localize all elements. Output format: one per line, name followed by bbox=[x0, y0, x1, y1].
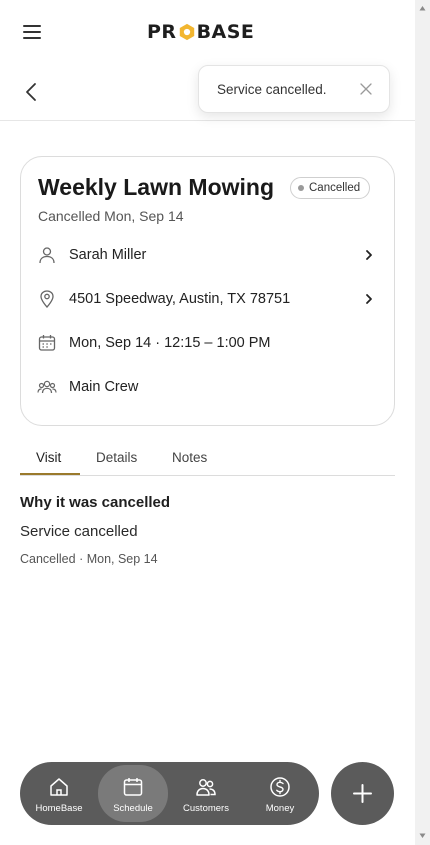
visit-title: Weekly Lawn Mowing bbox=[38, 174, 274, 200]
crew-icon bbox=[37, 380, 57, 394]
logo-text-left: PR bbox=[147, 21, 177, 43]
cancellation-reason: Service cancelled bbox=[20, 523, 138, 540]
status-badge: Cancelled bbox=[290, 177, 371, 199]
scrollbar[interactable] bbox=[415, 0, 430, 845]
nav-customers[interactable]: Customers bbox=[171, 765, 241, 822]
customer-name: Sarah Miller bbox=[69, 247, 147, 263]
scroll-down-icon[interactable] bbox=[419, 832, 426, 839]
address-row[interactable]: 4501 Speedway, Austin, TX 78751 bbox=[21, 277, 394, 321]
customer-row[interactable]: Sarah Miller bbox=[21, 233, 394, 277]
address-text: 4501 Speedway, Austin, TX 78751 bbox=[69, 291, 291, 307]
back-arrow-icon[interactable] bbox=[20, 80, 44, 104]
toast-message: Service cancelled. bbox=[217, 81, 327, 97]
customers-icon bbox=[196, 779, 216, 796]
cancellation-meta: Cancelled · Mon, Sep 14 bbox=[20, 552, 158, 566]
calendar-icon bbox=[123, 778, 143, 796]
tab-visit[interactable]: Visit bbox=[36, 450, 61, 465]
nav-schedule[interactable]: Schedule bbox=[98, 765, 168, 822]
visit-card: Weekly Lawn Mowing Cancelled Cancelled M… bbox=[20, 156, 395, 426]
nav-homebase[interactable]: HomeBase bbox=[24, 765, 94, 822]
probase-logo[interactable]: PR BASE bbox=[147, 20, 254, 44]
plus-icon bbox=[353, 784, 372, 803]
logo-text-right: BASE bbox=[196, 21, 255, 43]
active-tab-indicator bbox=[20, 473, 80, 475]
nav-homebase-label: HomeBase bbox=[35, 803, 83, 814]
hexagon-logo-icon bbox=[179, 23, 194, 41]
menu-icon[interactable] bbox=[20, 20, 44, 44]
status-badge-label: Cancelled bbox=[309, 182, 361, 194]
toast-notification: Service cancelled. bbox=[198, 65, 390, 113]
chevron-right-icon bbox=[366, 294, 372, 304]
crew-row: Main Crew bbox=[21, 365, 394, 409]
tab-details[interactable]: Details bbox=[96, 450, 137, 465]
location-pin-icon bbox=[40, 290, 54, 308]
calendar-icon bbox=[38, 335, 56, 351]
visit-tabs: Visit Details Notes bbox=[20, 440, 395, 476]
crew-text: Main Crew bbox=[69, 379, 139, 395]
cancellation-heading: Why it was cancelled bbox=[20, 494, 171, 511]
status-dot bbox=[298, 185, 304, 191]
home-icon bbox=[50, 778, 68, 796]
nav-customers-label: Customers bbox=[183, 803, 229, 814]
add-button[interactable] bbox=[331, 762, 394, 825]
dollar-icon bbox=[270, 777, 290, 797]
scroll-up-icon[interactable] bbox=[419, 5, 426, 12]
schedule-text: Mon, Sep 14 · 12:15 – 1:00 PM bbox=[69, 335, 271, 351]
close-icon[interactable] bbox=[359, 82, 373, 96]
nav-money-label: Money bbox=[265, 803, 295, 814]
tab-notes[interactable]: Notes bbox=[172, 450, 207, 465]
chevron-right-icon bbox=[366, 250, 372, 260]
nav-schedule-label: Schedule bbox=[113, 803, 153, 814]
bottom-nav: HomeBase Schedule Customers Money bbox=[20, 762, 319, 825]
person-icon bbox=[39, 247, 55, 264]
visit-subtitle: Cancelled Mon, Sep 14 bbox=[38, 208, 184, 224]
schedule-row: Mon, Sep 14 · 12:15 – 1:00 PM bbox=[21, 321, 394, 365]
nav-money[interactable]: Money bbox=[245, 765, 315, 822]
top-bar: PR BASE bbox=[0, 0, 415, 62]
